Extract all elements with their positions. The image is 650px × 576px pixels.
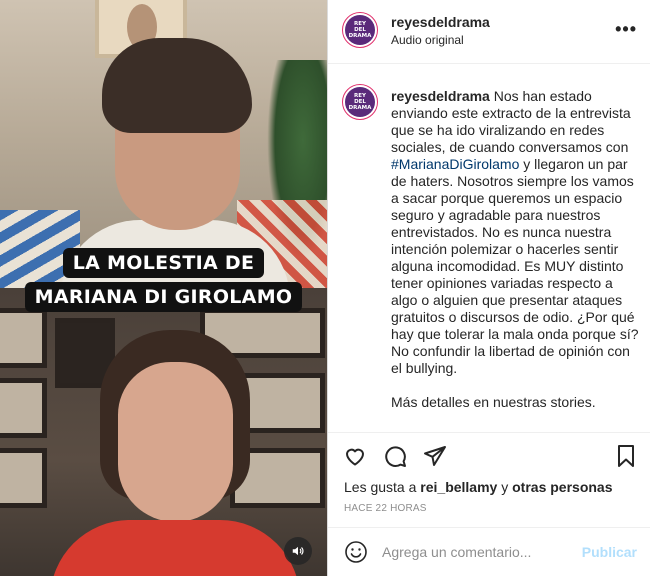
- wall-frame: [0, 448, 47, 508]
- audio-label[interactable]: Audio original: [391, 33, 464, 47]
- comment-input[interactable]: [382, 542, 582, 562]
- post-header: REY DEL DRAMA reyesdeldrama Audio original…: [328, 0, 650, 64]
- likes-prefix: Les gusta a: [344, 479, 417, 495]
- audio-toggle-button[interactable]: [284, 537, 312, 565]
- avatar[interactable]: REY DEL DRAMA: [342, 12, 378, 48]
- comment-icon: [385, 446, 406, 467]
- header-username[interactable]: reyesdeldrama: [391, 14, 490, 30]
- caption-text: y llegaron un par de haters. Nosotros si…: [391, 156, 639, 376]
- post-sidebar: REY DEL DRAMA reyesdeldrama Audio original…: [327, 0, 650, 576]
- caption-username[interactable]: reyesdeldrama: [391, 88, 490, 104]
- post-timestamp[interactable]: HACE 22 HORAS: [344, 503, 427, 514]
- emoji-icon[interactable]: [344, 540, 368, 564]
- likes-summary: Les gusta a rei_bellamy y otras personas: [344, 479, 613, 495]
- share-button[interactable]: [422, 443, 448, 469]
- share-icon: [424, 446, 446, 466]
- action-bar: [328, 432, 650, 478]
- logo-avatar: REY DEL DRAMA: [345, 87, 375, 117]
- avatar[interactable]: REY DEL DRAMA: [342, 84, 378, 120]
- video-frame-top: [0, 0, 327, 288]
- bookmark-icon: [618, 445, 634, 467]
- other-likers-link[interactable]: otras personas: [512, 479, 612, 495]
- more-options-icon[interactable]: •••: [615, 20, 637, 38]
- comment-button[interactable]: [382, 443, 408, 469]
- save-button[interactable]: [613, 443, 639, 469]
- liked-by-user-link[interactable]: rei_bellamy: [420, 479, 497, 495]
- caption-area: REY DEL DRAMA reyesdeldrama Nos han estado…: [328, 64, 650, 432]
- video-player[interactable]: LA MOLESTIA DE MARIANA DI GIROLAMO: [0, 0, 327, 576]
- caption-line-2: MARIANA DI GIROLAMO: [24, 282, 303, 312]
- wall-frame: [0, 308, 47, 368]
- hashtag-link[interactable]: #MarianaDiGirolamo: [391, 156, 519, 172]
- caption-line-1: LA MOLESTIA DE: [62, 248, 265, 278]
- video-caption: LA MOLESTIA DE MARIANA DI GIROLAMO: [0, 248, 327, 312]
- likes-connector: y: [501, 479, 509, 495]
- logo-avatar: REY DEL DRAMA: [345, 15, 375, 45]
- caption-text: Más detalles en nuestras stories.: [391, 394, 596, 410]
- post-caption: reyesdeldrama Nos han estado enviando es…: [391, 88, 641, 411]
- wall-frame: [0, 378, 47, 438]
- like-button[interactable]: [342, 443, 368, 469]
- interviewee: [50, 330, 300, 576]
- post-comment-button[interactable]: Publicar: [582, 544, 637, 560]
- heart-icon: [346, 448, 364, 466]
- speaker-icon: [292, 546, 304, 556]
- add-comment-bar: Publicar: [328, 527, 650, 576]
